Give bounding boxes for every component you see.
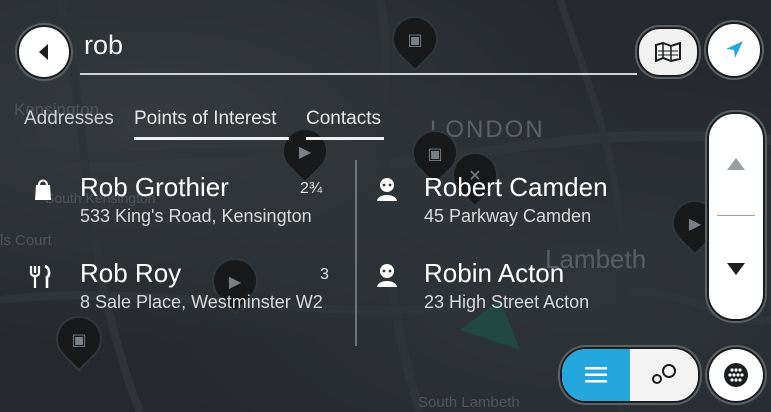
scroll-down-button[interactable] (709, 219, 763, 319)
list-icon (585, 367, 607, 383)
contact-person-icon (372, 174, 402, 204)
back-button[interactable] (17, 25, 71, 79)
chevron-up-icon (727, 158, 745, 170)
scroll-control (707, 112, 765, 321)
contact-item[interactable]: Robert Camden 45 Parkway Camden (424, 172, 694, 234)
contact-item[interactable]: Robin Acton 23 High Street Acton (424, 258, 694, 320)
restaurant-icon (26, 262, 56, 292)
chevron-down-icon (727, 263, 745, 275)
list-view-button[interactable] (562, 349, 630, 401)
result-distance: 3 (320, 266, 329, 283)
scroll-separator (717, 215, 755, 216)
tab-underline (134, 137, 289, 140)
keyboard-button[interactable] (707, 347, 765, 403)
contact-name: Robin Acton (424, 258, 565, 288)
map-icon (655, 42, 681, 62)
view-toggle (560, 347, 700, 403)
shopping-bag-icon (28, 174, 58, 204)
result-item[interactable]: Rob Roy 3 8 Sale Place, Westminster W2 (80, 258, 348, 320)
tab-contacts[interactable]: Contacts (306, 108, 381, 130)
column-divider (355, 160, 357, 346)
contact-name: Robert Camden (424, 172, 608, 202)
contact-address: 23 High Street Acton (424, 292, 590, 312)
navigation-arrow-icon (726, 41, 743, 58)
back-arrow-icon (39, 44, 48, 60)
navigate-button[interactable] (706, 22, 762, 78)
tab-points-of-interest[interactable]: Points of Interest (134, 108, 277, 130)
contact-person-icon (372, 260, 402, 290)
contact-address: 45 Parkway Camden (424, 206, 592, 226)
result-address: 8 Sale Place, Westminster W2 (80, 292, 323, 312)
result-distance: 2¾ (300, 180, 323, 197)
map-results-view-button[interactable] (630, 349, 698, 401)
result-name: Rob Grothier (80, 172, 229, 202)
result-item[interactable]: Rob Grothier 2¾ 533 King's Road, Kensing… (80, 172, 348, 234)
search-input[interactable]: rob (84, 30, 123, 61)
map-view-button[interactable] (637, 27, 699, 77)
keyboard-icon (724, 363, 748, 387)
tab-underline (306, 137, 384, 140)
result-address: 533 King's Road, Kensington (80, 206, 312, 226)
tab-addresses[interactable]: Addresses (24, 108, 114, 130)
scroll-up-button[interactable] (709, 114, 763, 214)
map-pins-icon (652, 364, 676, 384)
search-underline (80, 73, 637, 75)
result-name: Rob Roy (80, 258, 182, 288)
